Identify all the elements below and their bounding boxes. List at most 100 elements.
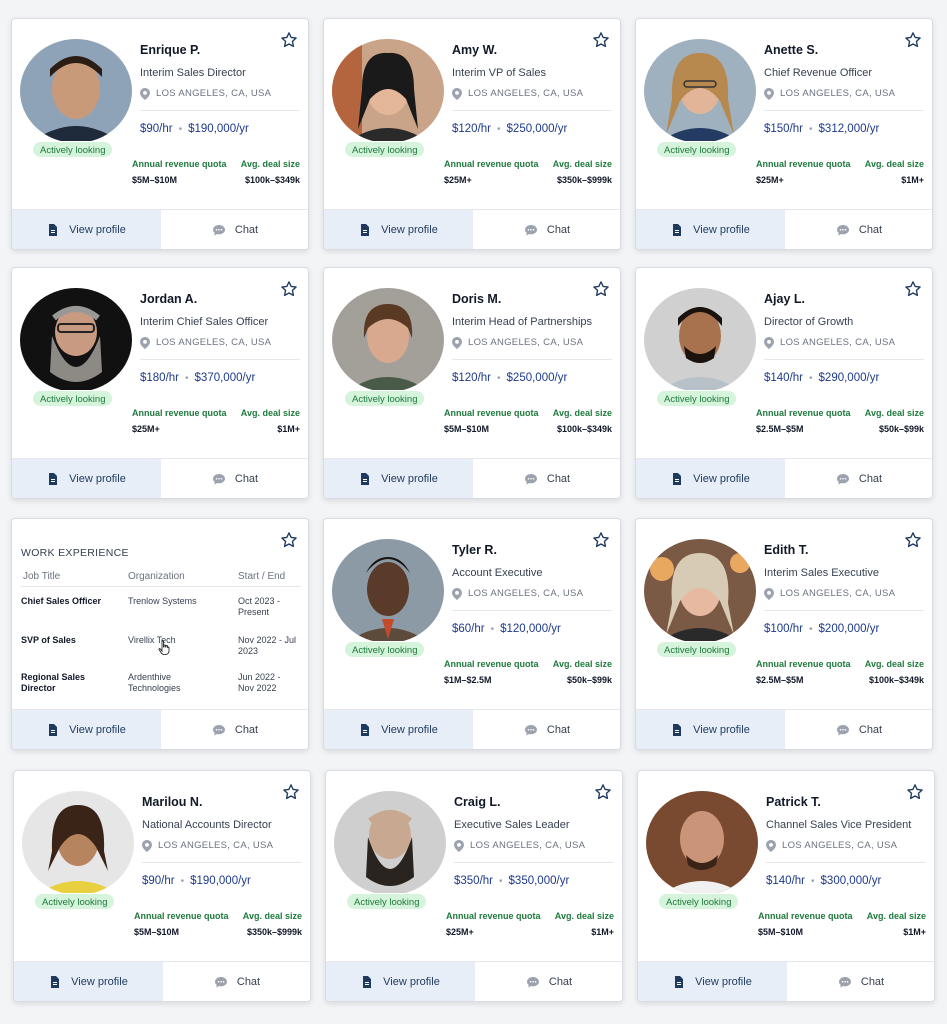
candidate-location: LOS ANGELES, CA, USA [468,588,584,599]
view-profile-button[interactable]: View profile [326,962,475,1001]
yearly-rate: $370,000/yr [194,372,256,384]
hourly-rate: $60/hr [452,623,485,635]
rate-separator: • [811,876,815,887]
quota-value: $2.5M–$5M [756,675,804,685]
quota-label: Annual revenue quota [132,159,227,169]
quota-value: $25M+ [444,175,472,185]
deal-size-value: $50k–$99k [566,675,612,685]
favorite-star-icon[interactable] [280,531,298,549]
view-profile-button[interactable]: View profile [636,710,785,749]
view-profile-button[interactable]: View profile [324,210,473,249]
chat-bubble-icon [524,225,537,236]
candidate-photo [644,288,756,392]
deal-size-label: Avg. deal size [552,408,612,418]
candidate-photo [20,288,132,392]
deal-size-value: $1M+ [591,927,614,937]
yearly-rate: $200,000/yr [818,623,880,635]
divider [452,610,612,611]
chat-button[interactable]: Chat [161,459,308,498]
chat-button[interactable]: Chat [161,710,308,749]
actively-looking-badge: Actively looking [658,893,740,910]
actively-looking-badge: Actively looking [656,641,738,658]
chat-bubble-icon [836,725,849,736]
column-header: Job Title [23,571,61,582]
quota-value: $25M+ [756,175,784,185]
deal-size-value: $1M+ [901,175,924,185]
chat-button[interactable]: Chat [785,459,932,498]
view-profile-button[interactable]: View profile [636,459,785,498]
deal-size-value: $100k–$349k [244,175,300,185]
document-icon [49,473,58,485]
chat-button[interactable]: Chat [785,210,932,249]
hourly-rate: $180/hr [140,372,180,384]
location-pin-icon [140,88,150,100]
work-experience-card: WORK EXPERIENCE Job Title Organization S… [11,518,309,750]
candidate-photo [334,791,446,895]
view-profile-button[interactable]: View profile [14,962,163,1001]
view-profile-button[interactable]: View profile [636,210,785,249]
quota-label: Annual revenue quota [756,408,851,418]
quota-value: $5M–$10M [132,175,178,185]
location-pin-icon [764,588,774,600]
view-profile-button[interactable]: View profile [12,459,161,498]
deal-size-value: $100k–$349k [556,424,612,434]
candidate-card: Actively looking Doris M. Interim Head o… [323,267,621,499]
candidate-title: Interim Chief Sales Officer [140,316,269,328]
deal-size-value: $100k–$349k [868,675,924,685]
job-title-cell: Chief Sales Officer [21,596,102,606]
chat-button[interactable]: Chat [473,210,620,249]
quota-label: Annual revenue quota [446,911,541,921]
candidate-name: Edith T. [764,543,809,557]
view-profile-button[interactable]: View profile [638,962,787,1001]
quota-value: $5M–$10M [134,927,180,937]
chat-button[interactable]: Chat [473,710,620,749]
candidate-card: Actively looking Anette S. Chief Revenue… [635,18,933,250]
chat-button[interactable]: Chat [163,962,310,1001]
divider [452,110,612,111]
candidate-name: Enrique P. [140,43,201,57]
candidate-photo [332,288,444,392]
candidate-name: Ajay L. [764,292,805,306]
candidate-card: Actively looking Tyler R. Account Execut… [323,518,621,750]
deal-size-label: Avg. deal size [554,911,614,921]
chat-button[interactable]: Chat [161,210,308,249]
deal-size-label: Avg. deal size [240,408,300,418]
organization-cell: Virellix Tech [128,635,176,645]
view-profile-button[interactable]: View profile [12,210,161,249]
candidate-name: Patrick T. [766,795,821,809]
deal-size-label: Avg. deal size [864,408,924,418]
candidate-title: Channel Sales Vice President [766,819,912,831]
candidate-name: Tyler R. [452,543,497,557]
candidate-title: Interim Sales Executive [764,567,879,579]
chat-button[interactable]: Chat [473,459,620,498]
document-icon [49,724,58,736]
chat-bubble-icon [526,977,539,988]
candidate-photo [644,539,756,643]
chat-button[interactable]: Chat [787,962,934,1001]
document-icon [675,976,684,988]
hourly-rate: $140/hr [766,875,806,887]
document-icon [363,976,372,988]
candidate-name: Doris M. [452,292,502,306]
job-title-cell: SVP of Sales [21,635,76,645]
dates-cell: Oct 2023 - Present [238,596,281,617]
candidate-photo [332,539,444,643]
deal-size-label: Avg. deal size [864,159,924,169]
document-icon [361,224,370,236]
candidate-card: Actively looking Jordan A. Interim Chief… [11,267,309,499]
view-profile-button[interactable]: View profile [324,710,473,749]
actively-looking-badge: Actively looking [344,390,426,407]
location-pin-icon [766,840,776,852]
view-profile-button[interactable]: View profile [12,710,161,749]
deal-size-label: Avg. deal size [552,159,612,169]
chat-button[interactable]: Chat [785,710,932,749]
chat-button[interactable]: Chat [475,962,622,1001]
rate-separator: • [497,124,501,135]
candidate-grid: Actively looking Enrique P. Interim Sale… [0,0,947,1024]
candidate-location: LOS ANGELES, CA, USA [158,840,274,851]
candidate-location: LOS ANGELES, CA, USA [468,88,584,99]
chat-bubble-icon [212,225,225,236]
view-profile-button[interactable]: View profile [324,459,473,498]
divider [764,610,924,611]
candidate-title: Interim VP of Sales [452,67,546,79]
